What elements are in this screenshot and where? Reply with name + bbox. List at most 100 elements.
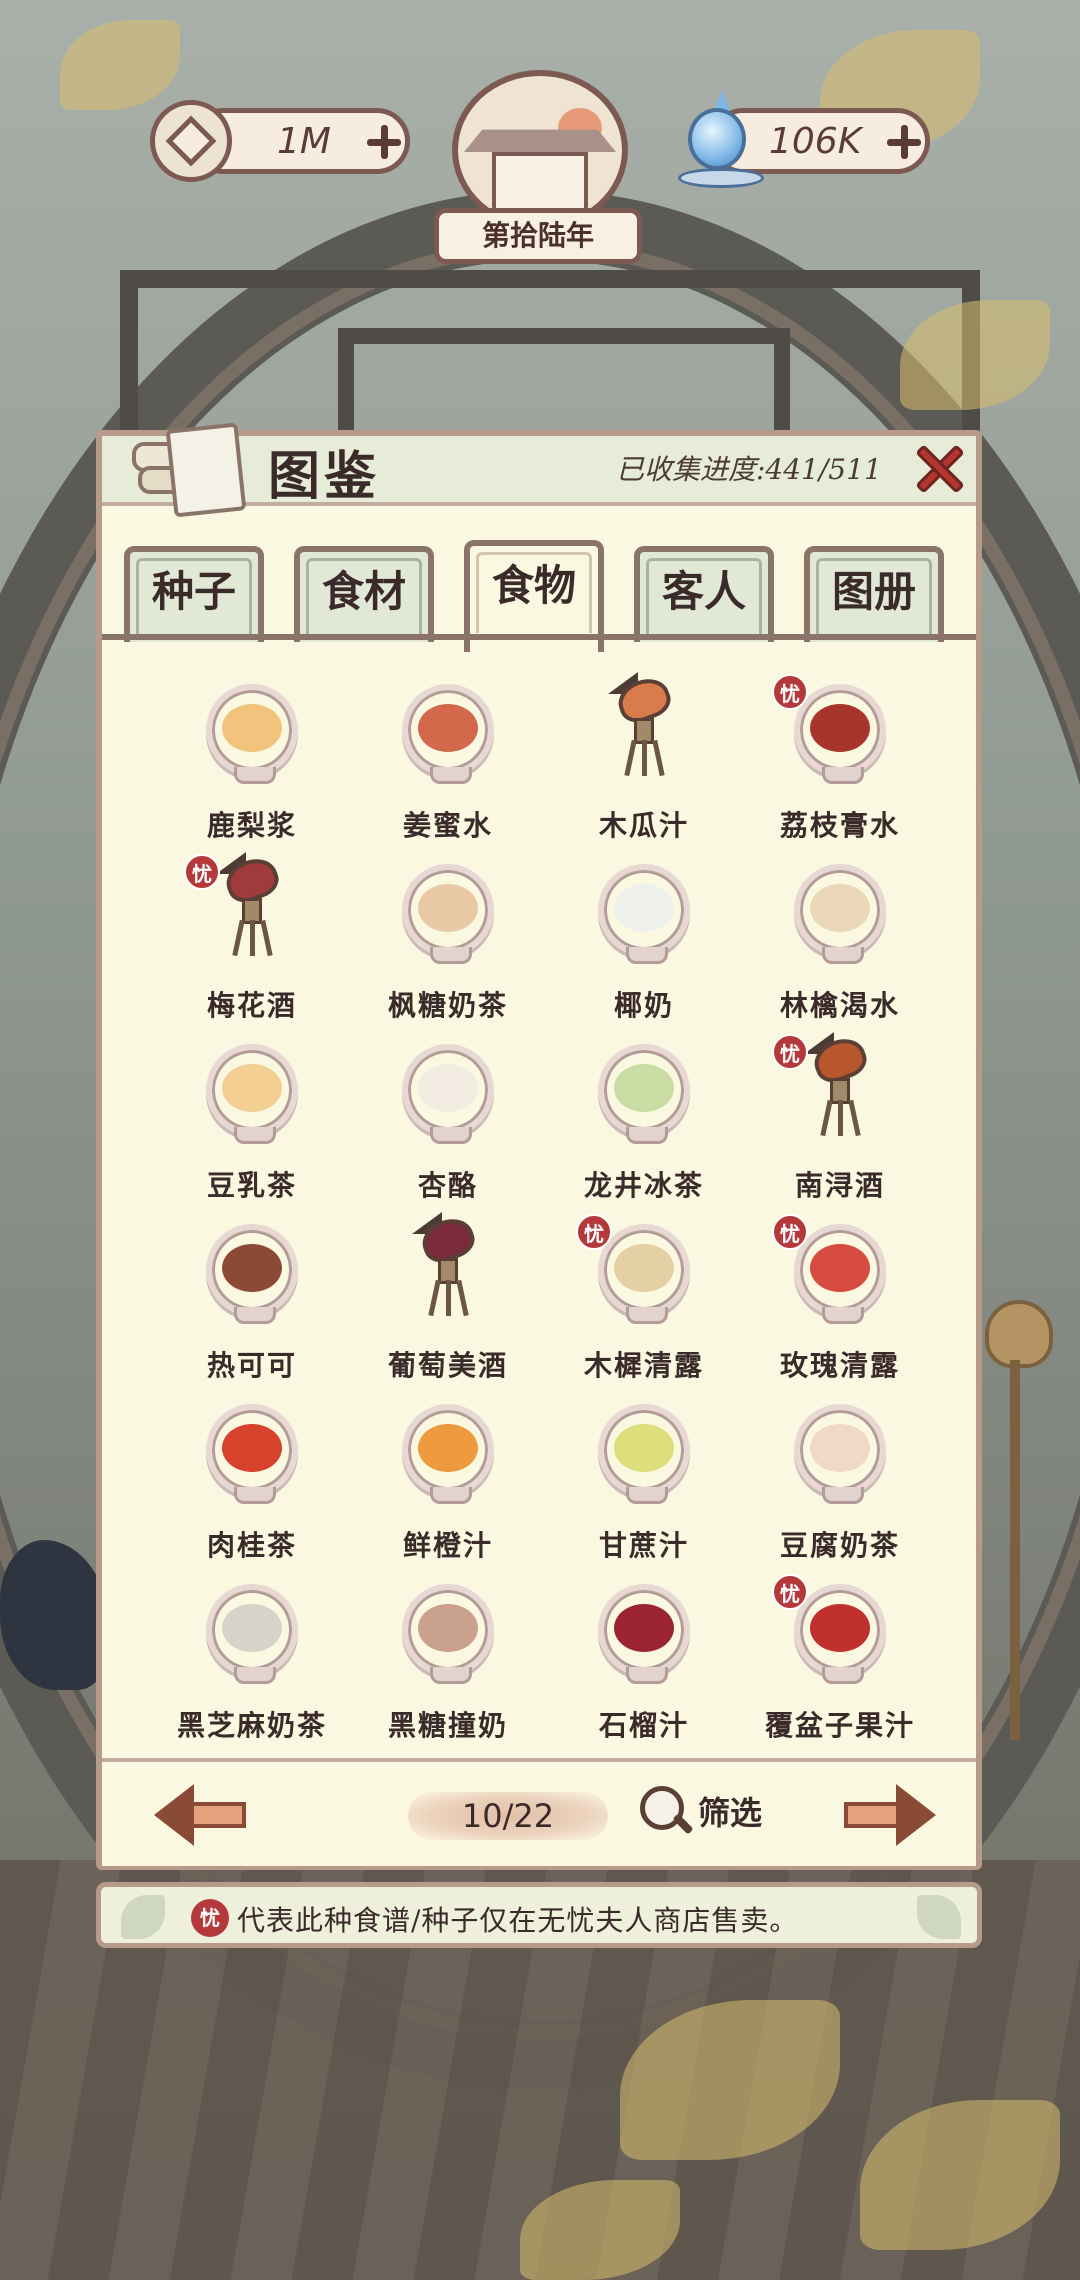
panel-header: 图鉴 已收集进度:441/511 [102, 422, 976, 518]
pavilion-emblem[interactable] [452, 70, 628, 230]
food-item-name: 黑芝麻奶茶 [176, 1709, 327, 1742]
food-item-name: 梅花酒 [206, 989, 297, 1022]
food-item-name: 黑糖撞奶 [387, 1709, 508, 1742]
lotus-lamp [985, 1300, 1053, 1368]
drink-cup-icon [402, 1044, 494, 1144]
drink-cup-icon [402, 684, 494, 784]
ginkgo-leaf-icon [917, 1895, 961, 1939]
food-item[interactable]: 热可可 [154, 1216, 350, 1396]
add-coins-button[interactable] [363, 121, 405, 163]
ginkgo-leaf-icon [121, 1895, 165, 1939]
year-label: 第拾陆年 [434, 208, 642, 264]
drink-cup-icon [206, 1404, 298, 1504]
page-indicator: 10/22 [408, 1792, 608, 1840]
filter-button[interactable]: 筛选 [698, 1788, 762, 1834]
food-item-name: 覆盆子果汁 [764, 1709, 915, 1742]
bronze-wine-vessel-icon [412, 1206, 480, 1326]
food-item[interactable]: 忧玫瑰清露 [742, 1214, 938, 1396]
tab-album[interactable]: 图册 [804, 546, 944, 642]
exclusive-badge-icon: 忧 [191, 1899, 229, 1937]
food-item[interactable]: 杏酪 [350, 1036, 546, 1216]
magnifier-icon[interactable] [636, 1784, 696, 1844]
prev-page-button[interactable] [154, 1784, 250, 1846]
food-item[interactable]: 忧木樨清露 [546, 1214, 742, 1396]
lotus-lamp-stem [1010, 1360, 1020, 1740]
food-item-name: 杏酪 [417, 1169, 478, 1202]
coin-value: 1M [277, 121, 331, 162]
food-item[interactable]: 鹿梨浆 [154, 676, 350, 856]
bronze-wine-vessel-icon [608, 666, 676, 786]
ginkgo-leaf [60, 20, 180, 110]
food-item-name: 姜蜜水 [402, 809, 493, 842]
food-item-name: 肉桂茶 [206, 1529, 297, 1562]
exclusive-badge-icon: 忧 [772, 1034, 808, 1070]
drink-cup-icon [598, 1224, 690, 1324]
food-item[interactable]: 姜蜜水 [350, 676, 546, 856]
food-item[interactable]: 豆乳茶 [154, 1036, 350, 1216]
food-item[interactable]: 林檎渴水 [742, 856, 938, 1036]
food-item[interactable]: 肉桂茶 [154, 1396, 350, 1576]
food-item-name: 豆腐奶茶 [779, 1529, 900, 1562]
food-item[interactable]: 忧覆盆子果汁 [742, 1574, 938, 1756]
food-item-name: 龙井冰茶 [583, 1169, 704, 1202]
close-button[interactable] [910, 438, 970, 498]
info-note-bar: 忧 代表此种食谱/种子仅在无忧夫人商店售卖。 [96, 1882, 982, 1948]
drink-cup-icon [598, 1044, 690, 1144]
food-item[interactable]: 豆腐奶茶 [742, 1396, 938, 1576]
food-item-name: 甘蔗汁 [598, 1529, 689, 1562]
add-water-button[interactable] [883, 121, 925, 163]
food-item[interactable]: 鲜橙汁 [350, 1396, 546, 1576]
food-item-name: 葡萄美酒 [387, 1349, 508, 1382]
tab-divider [102, 634, 976, 640]
coin-icon [150, 100, 232, 182]
food-item[interactable]: 木瓜汁 [546, 672, 742, 856]
drink-cup-icon [206, 1224, 298, 1324]
next-page-button[interactable] [840, 1784, 936, 1846]
food-item[interactable]: 枫糖奶茶 [350, 856, 546, 1036]
food-item-name: 荔枝膏水 [779, 809, 900, 842]
food-item[interactable]: 黑芝麻奶茶 [154, 1576, 350, 1756]
food-item-name: 椰奶 [613, 989, 674, 1022]
food-item[interactable]: 甘蔗汁 [546, 1396, 742, 1576]
drink-cup-icon [598, 1584, 690, 1684]
food-item-name: 木瓜汁 [598, 809, 689, 842]
food-item[interactable]: 石榴汁 [546, 1576, 742, 1756]
drink-cup-icon [206, 1044, 298, 1144]
drink-cup-icon [206, 684, 298, 784]
encyclopedia-panel: 图鉴 已收集进度:441/511 种子 食材 食物 客人 图册 鹿梨浆 姜蜜水 木瓜… [96, 422, 982, 1870]
food-item[interactable]: 椰奶 [546, 856, 742, 1036]
tab-guests[interactable]: 客人 [634, 546, 774, 642]
exclusive-badge-icon: 忧 [772, 1574, 808, 1610]
exclusive-badge-icon: 忧 [772, 674, 808, 710]
drink-cup-icon [794, 864, 886, 964]
food-item-name: 玫瑰清露 [779, 1349, 900, 1382]
exclusive-badge-icon: 忧 [184, 854, 220, 890]
drink-cup-icon [206, 1584, 298, 1684]
bronze-wine-vessel-icon [216, 846, 284, 966]
water-drop-icon [678, 90, 764, 190]
food-item[interactable]: 忧南浔酒 [742, 1032, 938, 1216]
collection-progress: 已收集进度:441/511 [616, 453, 882, 486]
drink-cup-icon [598, 864, 690, 964]
food-item-name: 鹿梨浆 [206, 809, 297, 842]
food-item[interactable]: 葡萄美酒 [350, 1212, 546, 1396]
tab-seeds[interactable]: 种子 [124, 546, 264, 642]
food-item-name: 热可可 [206, 1349, 297, 1382]
tab-ingredients[interactable]: 食材 [294, 546, 434, 642]
food-item-name: 南浔酒 [794, 1169, 885, 1202]
food-item-name: 林檎渴水 [779, 989, 900, 1022]
food-item[interactable]: 龙井冰茶 [546, 1036, 742, 1216]
food-item[interactable]: 黑糖撞奶 [350, 1576, 546, 1756]
food-item-name: 石榴汁 [598, 1709, 689, 1742]
food-item[interactable]: 忧荔枝膏水 [742, 674, 938, 856]
panel-title: 图鉴 [268, 446, 381, 507]
food-item-name: 木樨清露 [583, 1349, 704, 1382]
food-item-name: 枫糖奶茶 [387, 989, 508, 1022]
drink-cup-icon [794, 1224, 886, 1324]
drink-cup-icon [402, 1584, 494, 1684]
bronze-wine-vessel-icon [804, 1026, 872, 1146]
scroll-icon [132, 420, 247, 518]
pagination-bar: 10/22 筛选 [102, 1758, 976, 1866]
drink-cup-icon [794, 684, 886, 784]
food-item[interactable]: 忧梅花酒 [154, 852, 350, 1036]
